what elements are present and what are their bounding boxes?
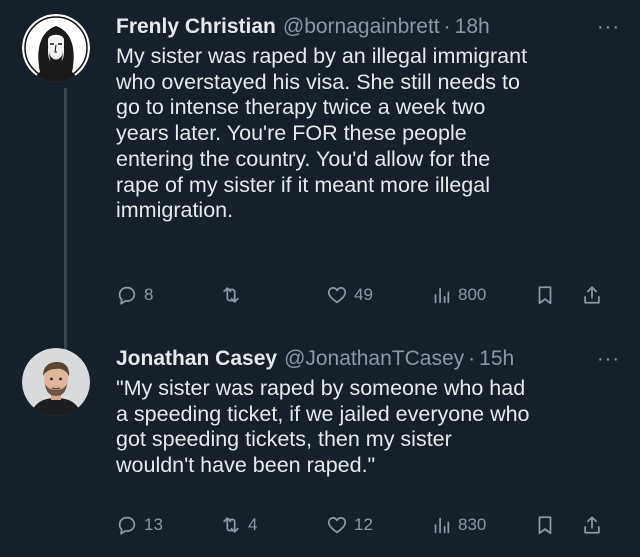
user-handle[interactable]: @bornagainbrett <box>283 12 440 42</box>
views-button[interactable]: 800 <box>430 280 486 310</box>
thread-connector-line <box>64 88 67 350</box>
heart-icon <box>327 516 347 534</box>
reply-count: 8 <box>144 285 154 304</box>
like-button[interactable]: 12 <box>326 510 373 540</box>
tweet-actions: 8 49 800 <box>116 280 624 310</box>
reply-button[interactable]: 8 <box>116 280 153 310</box>
tweet-actions: 13 4 12 830 <box>116 510 624 540</box>
tweet-header: Frenly Christian @bornagainbrett · 18h <box>116 12 624 42</box>
timestamp[interactable]: 18h <box>455 12 490 42</box>
tweet-header: Jonathan Casey @JonathanTCasey · 15h <box>116 344 624 374</box>
views-chart-icon <box>434 517 450 534</box>
repost-button[interactable]: 4 <box>220 510 257 540</box>
separator-dot: · <box>443 15 451 38</box>
tweet[interactable]: Frenly Christian @bornagainbrett · 18h ·… <box>0 0 640 350</box>
reply-icon <box>118 516 136 535</box>
share-icon <box>584 286 600 304</box>
profile-photo-icon <box>22 348 90 416</box>
bookmark-icon <box>538 516 552 535</box>
bookmark-button[interactable] <box>534 510 556 540</box>
tweet-thread: Frenly Christian @bornagainbrett · 18h ·… <box>0 0 640 557</box>
bookmark-icon <box>538 286 552 305</box>
avatar[interactable] <box>22 14 90 82</box>
tweet-text: My sister was raped by an illegal immigr… <box>116 44 528 223</box>
repost-button[interactable] <box>220 280 248 310</box>
tweet[interactable]: Jonathan Casey @JonathanTCasey · 15h ···… <box>0 340 640 557</box>
avatar[interactable] <box>22 348 90 416</box>
tweet-content: Jonathan Casey @JonathanTCasey · 15h ···… <box>116 344 624 535</box>
like-count: 12 <box>354 515 373 534</box>
repost-icon <box>223 517 239 533</box>
display-name[interactable]: Jonathan Casey <box>116 344 277 374</box>
view-count: 800 <box>458 285 487 304</box>
user-handle[interactable]: @JonathanTCasey <box>284 344 464 374</box>
views-chart-icon <box>434 287 450 304</box>
tweet-content: Frenly Christian @bornagainbrett · 18h ·… <box>116 12 624 305</box>
heart-icon <box>327 286 347 304</box>
more-options-icon[interactable]: ··· <box>597 344 620 374</box>
display-name[interactable]: Frenly Christian <box>116 12 276 42</box>
bookmark-button[interactable] <box>534 280 556 310</box>
share-button[interactable] <box>581 510 603 540</box>
separator-dot: · <box>468 347 476 370</box>
timestamp[interactable]: 15h <box>479 344 514 374</box>
reply-button[interactable]: 13 <box>116 510 163 540</box>
reply-count: 13 <box>144 515 163 534</box>
jesus-portrait-icon <box>22 14 90 82</box>
tweet-text: "My sister was raped by someone who had … <box>116 376 530 478</box>
like-count: 49 <box>354 285 373 304</box>
share-icon <box>584 516 600 534</box>
view-count: 830 <box>458 515 487 534</box>
views-button[interactable]: 830 <box>430 510 486 540</box>
more-options-icon[interactable]: ··· <box>597 12 620 42</box>
share-button[interactable] <box>581 280 603 310</box>
repost-icon <box>223 287 239 303</box>
reply-icon <box>118 286 136 305</box>
like-button[interactable]: 49 <box>326 280 373 310</box>
repost-count: 4 <box>248 515 258 534</box>
